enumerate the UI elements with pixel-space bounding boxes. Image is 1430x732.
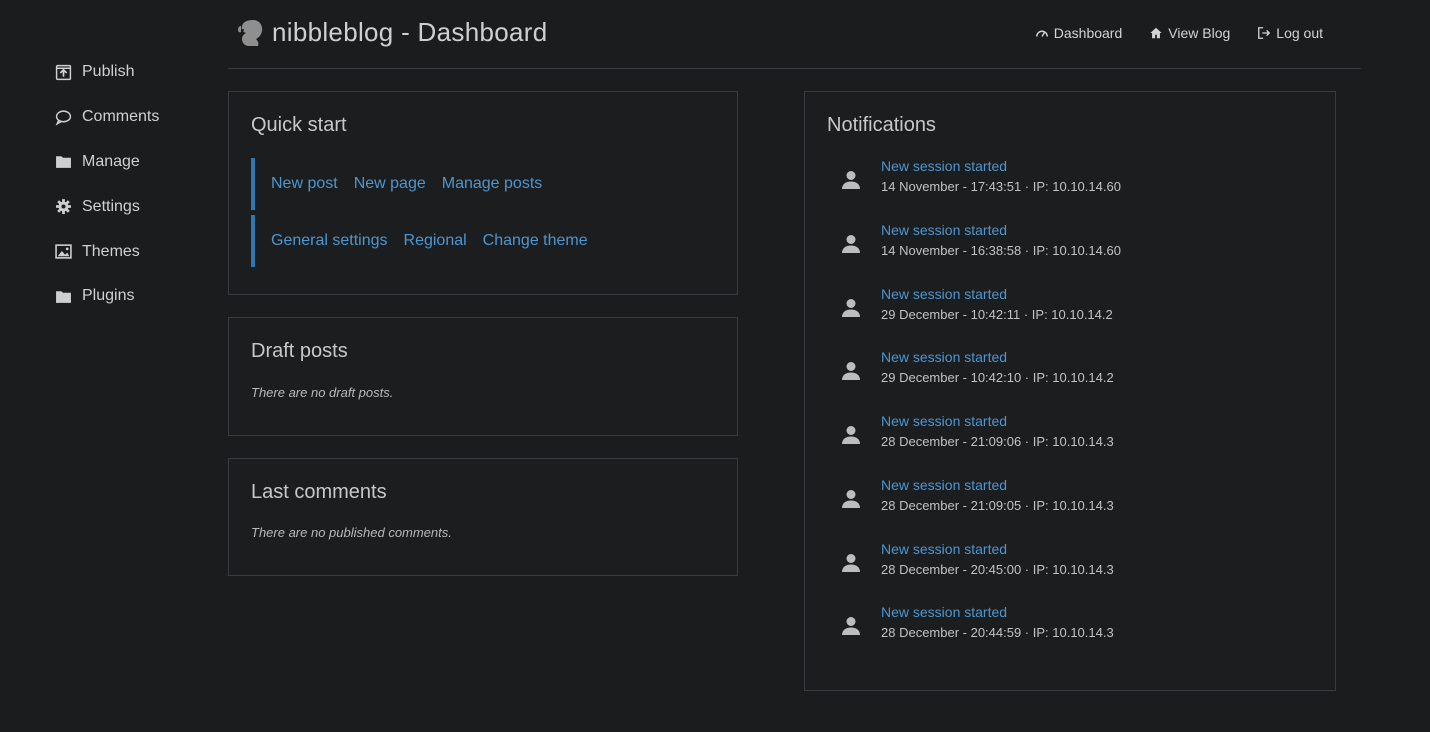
new-page-link[interactable]: New page [354, 175, 426, 193]
notification-title[interactable]: New session started [881, 349, 1007, 365]
sidebar-item-themes[interactable]: Themes [54, 229, 214, 274]
notification-meta: 28 December - 21:09:06 · IP: 10.10.14.3 [881, 434, 1114, 449]
user-icon [839, 614, 863, 638]
last-comments-empty-message: There are no published comments. [251, 525, 452, 540]
notification-title[interactable]: New session started [881, 541, 1007, 557]
speedometer-icon [1035, 30, 1048, 37]
sidebar-item-label: Publish [82, 63, 135, 81]
new-post-link[interactable]: New post [271, 175, 338, 193]
user-icon [839, 296, 863, 320]
publish-icon [54, 63, 72, 81]
folder-icon [54, 153, 72, 171]
notification-meta: 14 November - 16:38:58 · IP: 10.10.14.60 [881, 243, 1121, 258]
notification-item: New session started 28 December - 21:09:… [839, 413, 1299, 457]
home-icon [1150, 27, 1162, 39]
folder-icon [54, 287, 72, 305]
quick-start-panel: Quick start New post New page Manage pos… [228, 91, 738, 295]
sidebar-item-plugins[interactable]: Plugins [54, 274, 214, 319]
notification-title[interactable]: New session started [881, 222, 1007, 238]
user-icon [839, 232, 863, 256]
notification-meta: 28 December - 21:09:05 · IP: 10.10.14.3 [881, 498, 1114, 513]
notification-meta: 28 December - 20:45:00 · IP: 10.10.14.3 [881, 562, 1114, 577]
notification-item: New session started 29 December - 10:42:… [839, 286, 1299, 330]
notification-title[interactable]: New session started [881, 604, 1007, 620]
regional-link[interactable]: Regional [404, 232, 467, 250]
notification-title[interactable]: New session started [881, 286, 1007, 302]
change-theme-link[interactable]: Change theme [483, 232, 588, 250]
sidebar-item-settings[interactable]: Settings [54, 184, 214, 229]
view-blog-link[interactable]: View Blog [1149, 25, 1230, 41]
notifications-panel: Notifications New session started 14 Nov… [804, 91, 1336, 691]
sidebar: Publish Comments Manage Settings Themes … [54, 50, 214, 319]
user-icon [839, 423, 863, 447]
notification-meta: 14 November - 17:43:51 · IP: 10.10.14.60 [881, 179, 1121, 194]
notification-item: New session started 14 November - 17:43:… [839, 158, 1299, 202]
user-icon [839, 359, 863, 383]
draft-posts-empty-message: There are no draft posts. [251, 385, 394, 400]
notification-item: New session started 28 December - 21:09:… [839, 477, 1299, 521]
user-icon [839, 551, 863, 575]
user-icon [839, 168, 863, 192]
notification-item: New session started 28 December - 20:44:… [839, 604, 1299, 648]
quick-start-row: General settings Regional Change theme [251, 215, 588, 267]
gear-icon [54, 198, 72, 216]
sidebar-item-publish[interactable]: Publish [54, 50, 214, 95]
sidebar-item-label: Themes [82, 242, 140, 260]
comment-icon [54, 108, 72, 126]
notification-title[interactable]: New session started [881, 413, 1007, 429]
quick-start-title: Quick start [251, 114, 347, 136]
logout-link-label: Log out [1276, 25, 1323, 41]
page-title: nibbleblog - Dashboard [272, 17, 548, 47]
sidebar-item-label: Settings [82, 197, 140, 215]
notification-item: New session started 28 December - 20:45:… [839, 541, 1299, 585]
notification-meta: 28 December - 20:44:59 · IP: 10.10.14.3 [881, 625, 1114, 640]
draft-posts-title: Draft posts [251, 340, 348, 362]
logout-link[interactable]: Log out [1257, 25, 1323, 41]
manage-posts-link[interactable]: Manage posts [442, 175, 543, 193]
last-comments-title: Last comments [251, 481, 387, 503]
dashboard-link-label: Dashboard [1053, 25, 1123, 41]
header: nibbleblog - Dashboard Dashboard View Bl… [228, 0, 1361, 69]
sidebar-item-label: Comments [82, 108, 160, 126]
quick-start-row: New post New page Manage posts [251, 158, 542, 210]
sidebar-item-label: Manage [82, 152, 140, 170]
notification-meta: 29 December - 10:42:10 · IP: 10.10.14.2 [881, 370, 1114, 385]
user-icon [839, 487, 863, 511]
dashboard-link[interactable]: Dashboard [1035, 25, 1123, 41]
notifications-title: Notifications [827, 114, 936, 136]
top-navigation: Dashboard View Blog Log out [1035, 25, 1323, 41]
notification-title[interactable]: New session started [881, 158, 1007, 174]
notification-meta: 29 December - 10:42:11 · IP: 10.10.14.2 [881, 307, 1113, 322]
draft-posts-panel: Draft posts There are no draft posts. [228, 317, 738, 436]
sidebar-item-manage[interactable]: Manage [54, 140, 214, 185]
logout-icon [1258, 27, 1271, 39]
general-settings-link[interactable]: General settings [271, 232, 388, 250]
notification-title[interactable]: New session started [881, 477, 1007, 493]
sidebar-item-comments[interactable]: Comments [54, 95, 214, 140]
notification-item: New session started 29 December - 10:42:… [839, 349, 1299, 393]
sidebar-item-label: Plugins [82, 287, 135, 305]
notification-item: New session started 14 November - 16:38:… [839, 222, 1299, 266]
squirrel-logo-icon [236, 18, 264, 48]
view-blog-link-label: View Blog [1168, 25, 1231, 41]
last-comments-panel: Last comments There are no published com… [228, 458, 738, 576]
image-icon [54, 243, 72, 261]
